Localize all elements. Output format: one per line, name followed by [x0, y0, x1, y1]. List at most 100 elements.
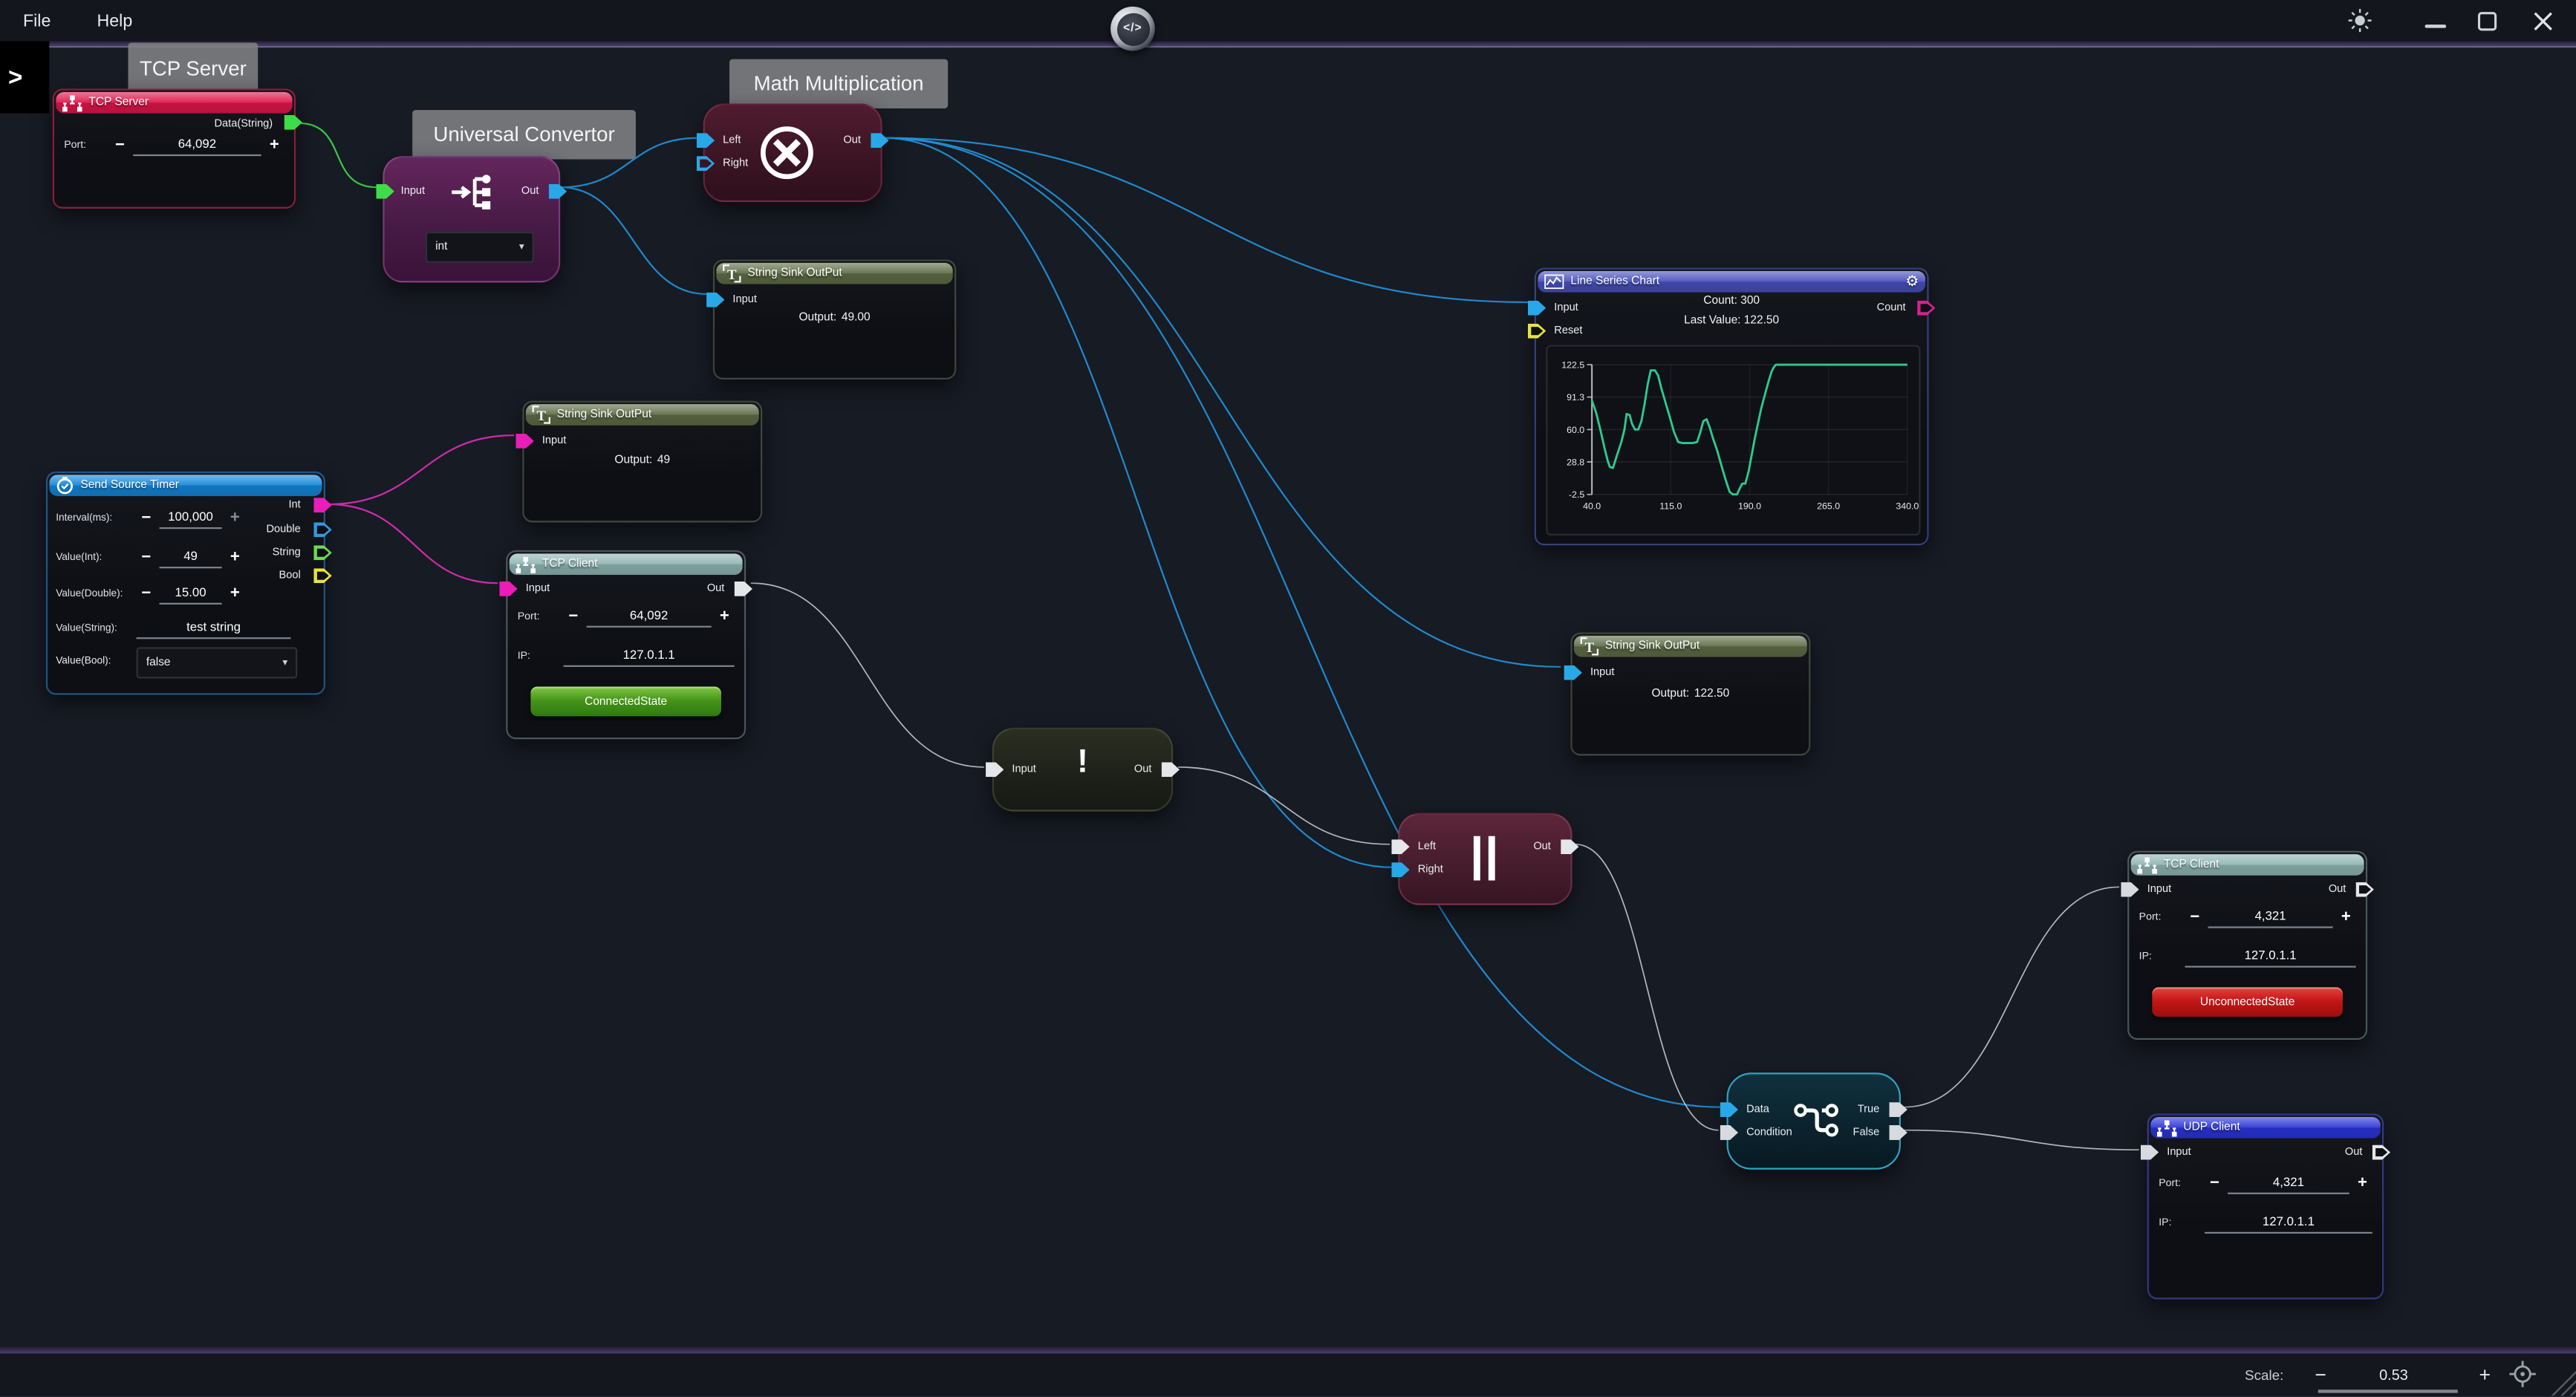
close-button[interactable] — [2520, 0, 2566, 41]
output-pin[interactable] — [735, 582, 752, 596]
input-pin[interactable] — [515, 434, 533, 449]
menu-file[interactable]: File — [16, 0, 57, 41]
string-sink-node-2[interactable]: T String Sink OutPut Input Output: 49 — [522, 401, 762, 523]
wire-or-to-switch-condition[interactable] — [1575, 844, 1718, 1130]
value-double-decrement-button[interactable]: − — [137, 587, 157, 602]
string-output-pin[interactable] — [313, 545, 331, 560]
udp-client-header[interactable]: UDP Client — [2150, 1117, 2381, 1139]
condition-input-pin[interactable] — [1720, 1125, 1738, 1140]
value-bool-dropdown[interactable]: false ▾ — [137, 647, 298, 678]
port-decrement-button[interactable]: − — [110, 138, 130, 153]
node-editor-canvas[interactable]: TCP Server Universal Convertor Math Mult… — [0, 41, 2576, 1355]
menu-help[interactable]: Help — [91, 0, 139, 41]
output-pin-data-string[interactable] — [284, 115, 302, 130]
line-series-chart-node[interactable]: Line Series Chart ⚙ Input Reset Count Co… — [1535, 268, 1929, 546]
bool-output-pin[interactable] — [313, 568, 331, 583]
tcp-client-header[interactable]: TCP Client — [2131, 854, 2364, 876]
wire-timer-int-to-tcp-client1[interactable] — [328, 504, 498, 583]
port-decrement-button[interactable]: − — [2205, 1176, 2225, 1191]
send-source-timer-header[interactable]: Send Source Timer — [49, 475, 322, 496]
theme-toggle-button[interactable] — [2336, 0, 2382, 41]
value-int-increment-button[interactable]: + — [225, 550, 245, 565]
string-sink-node-3[interactable]: T String Sink OutPut Input Output: 122.5… — [1570, 633, 1810, 756]
scale-slider[interactable] — [2318, 1390, 2458, 1393]
port-increment-button[interactable]: + — [715, 610, 735, 625]
scale-zoom-in-button[interactable]: + — [2479, 1353, 2491, 1396]
line-series-chart-header[interactable]: Line Series Chart ⚙ — [1538, 271, 1925, 293]
port-decrement-button[interactable]: − — [2185, 911, 2205, 925]
ip-value[interactable]: 127.0.1.1 — [2185, 948, 2356, 966]
wire-not-to-or-left[interactable] — [1178, 767, 1390, 844]
center-view-button[interactable] — [2508, 1353, 2537, 1396]
port-value[interactable]: 4,321 — [2228, 1174, 2349, 1193]
true-output-pin[interactable] — [1889, 1102, 1907, 1117]
output-pin[interactable] — [871, 133, 888, 148]
port-increment-button[interactable]: + — [2352, 1176, 2372, 1191]
wire-math-to-chart-input[interactable] — [884, 138, 1529, 302]
ip-value[interactable]: 127.0.1.1 — [2205, 1214, 2372, 1232]
interval-decrement-button[interactable]: − — [137, 511, 157, 526]
ip-value[interactable]: 127.0.1.1 — [564, 647, 735, 665]
port-value[interactable]: 64,092 — [133, 137, 261, 155]
input-pin[interactable] — [376, 184, 394, 199]
interval-value[interactable]: 100,000 — [160, 509, 222, 528]
int-output-pin[interactable] — [313, 498, 331, 512]
wire-math-to-sink3[interactable] — [884, 138, 1561, 667]
udp-client-node[interactable]: UDP Client Input Out Port: − 4,321 + IP:… — [2147, 1114, 2384, 1300]
wire-tcp-server-to-convertor[interactable] — [299, 123, 377, 187]
universal-convertor-node[interactable]: Input Out int ▾ — [383, 156, 560, 282]
interval-increment-button[interactable]: + — [225, 511, 245, 526]
left-input-pin[interactable] — [697, 133, 715, 148]
port-value[interactable]: 64,092 — [587, 608, 712, 626]
wire-switch-false-to-udp[interactable] — [1904, 1130, 2138, 1150]
port-decrement-button[interactable]: − — [564, 610, 584, 625]
false-output-pin[interactable] — [1889, 1125, 1907, 1140]
resize-grip[interactable] — [2545, 1364, 2576, 1396]
not-node[interactable]: Input ! Out — [992, 728, 1173, 812]
output-pin[interactable] — [2372, 1145, 2390, 1160]
value-double-increment-button[interactable]: + — [225, 587, 245, 602]
string-sink-header[interactable]: T String Sink OutPut — [716, 263, 952, 284]
connection-state-button[interactable]: UnconnectedState — [2152, 987, 2343, 1017]
output-pin[interactable] — [2356, 882, 2374, 897]
input-pin[interactable] — [2121, 882, 2138, 897]
port-value[interactable]: 4,321 — [2208, 908, 2333, 927]
output-pin[interactable] — [1561, 839, 1578, 854]
wire-convertor-to-sink1[interactable] — [560, 187, 706, 294]
double-output-pin[interactable] — [313, 522, 331, 537]
string-sink-header[interactable]: T String Sink OutPut — [1574, 636, 1807, 657]
send-source-timer-node[interactable]: Send Source Timer Int Double String Bool… — [46, 472, 325, 695]
tcp-server-header[interactable]: TCP Server — [56, 92, 292, 114]
tcp-server-node[interactable]: TCP Server Data(String) Port: − 64,092 + — [53, 88, 296, 208]
value-int-decrement-button[interactable]: − — [137, 550, 157, 565]
tcp-client-node-1[interactable]: TCP Client Input Out Port: − 64,092 + IP… — [506, 550, 746, 739]
left-input-pin[interactable] — [1391, 839, 1409, 854]
wire-tcp-client1-to-not[interactable] — [751, 583, 984, 767]
math-multiplication-node[interactable]: Left Right Out — [703, 103, 882, 202]
data-input-pin[interactable] — [1720, 1102, 1738, 1117]
switch-node[interactable]: Data Condition True False — [1727, 1072, 1901, 1169]
value-string-value[interactable]: test string — [137, 619, 291, 638]
wire-timer-int-to-sink2[interactable] — [328, 435, 514, 504]
port-increment-button[interactable]: + — [2336, 911, 2356, 925]
value-int-value[interactable]: 49 — [160, 549, 222, 567]
count-output-pin[interactable] — [1917, 301, 1935, 316]
type-select-dropdown[interactable]: int ▾ — [426, 232, 534, 263]
right-input-pin[interactable] — [697, 156, 715, 171]
right-input-pin[interactable] — [1391, 862, 1409, 877]
gear-icon[interactable]: ⚙ — [1905, 273, 1919, 290]
output-pin[interactable] — [549, 184, 567, 199]
string-sink-node-1[interactable]: T String Sink OutPut Input Output: 49.00 — [713, 259, 956, 379]
tcp-client-header[interactable]: TCP Client — [510, 553, 743, 575]
input-pin[interactable] — [706, 293, 724, 307]
output-pin[interactable] — [1162, 762, 1180, 777]
input-pin[interactable] — [499, 582, 517, 596]
or-node[interactable]: Left Right Out — [1398, 813, 1572, 905]
sidebar-toggle[interactable]: > — [0, 41, 49, 113]
tcp-client-node-2[interactable]: TCP Client Input Out Port: − 4,321 + IP:… — [2127, 851, 2367, 1040]
minimize-button[interactable] — [2412, 0, 2458, 41]
input-pin[interactable] — [1564, 665, 1582, 680]
port-increment-button[interactable]: + — [264, 138, 284, 153]
string-sink-header[interactable]: T String Sink OutPut — [526, 404, 759, 426]
connection-state-button[interactable]: ConnectedState — [530, 687, 721, 717]
